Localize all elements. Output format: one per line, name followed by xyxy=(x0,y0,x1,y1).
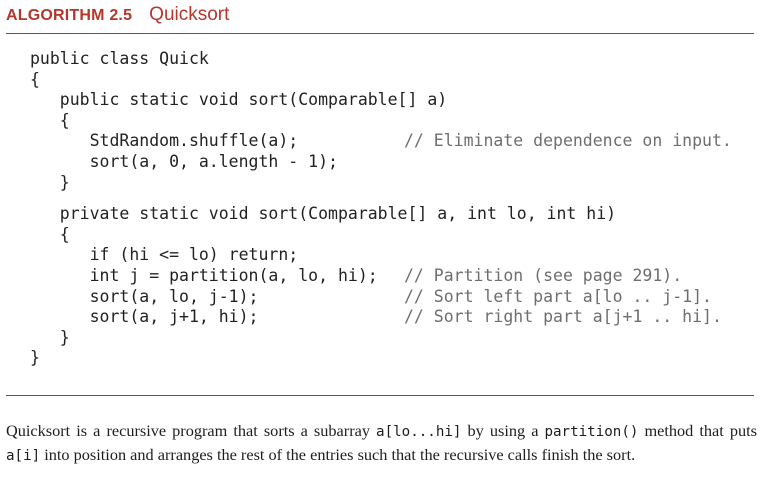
code-line: } xyxy=(30,348,616,369)
code-text: sort(a, 0, a.length - 1); xyxy=(30,151,338,171)
code-line: { xyxy=(30,111,616,132)
code-text: { xyxy=(30,110,70,130)
code-text: } xyxy=(30,172,70,192)
code-text: public static void sort(Comparable[] a) xyxy=(30,90,448,110)
caption-text: by using a xyxy=(461,421,545,441)
code-line: { xyxy=(30,70,616,91)
code-listing: public class Quick { public static void … xyxy=(30,49,732,369)
caption: Quicksort is a recursive program that so… xyxy=(6,420,757,468)
code-line: sort(a, 0, a.length - 1); xyxy=(30,152,616,173)
bottom-rule xyxy=(6,395,754,396)
caption-text: Quicksort is a recursive program that so… xyxy=(6,421,377,441)
code-text: { xyxy=(30,69,40,89)
code-line: sort(a, j+1, hi); // Sort right part a[j+… xyxy=(30,307,722,328)
code-line: } xyxy=(30,173,616,194)
code-text: private static void sort(Comparable[] a,… xyxy=(30,204,617,224)
algorithm-title: Quicksort xyxy=(149,4,230,25)
code-line: public static void sort(Comparable[] a) xyxy=(30,90,616,111)
code-text: } xyxy=(30,327,70,347)
algorithm-header: ALGORITHM 2.5 Quicksort xyxy=(6,4,229,30)
code-text: sort(a, lo, j-1); xyxy=(30,286,259,306)
algorithm-label: ALGORITHM 2.5 xyxy=(6,7,133,24)
code-comment: // Sort right part a[j+1 .. hi]. xyxy=(404,307,722,327)
code-text: if (hi <= lo) return; xyxy=(30,245,299,265)
code-line: sort(a, lo, j-1); // Sort left part a[lo … xyxy=(30,286,712,308)
code-line: public class Quick xyxy=(30,49,616,70)
code-line: if (hi <= lo) return; xyxy=(30,245,616,266)
code-text: int j = partition(a, lo, hi); xyxy=(30,265,378,285)
code-text: { xyxy=(30,224,70,244)
code-line: int j = partition(a, lo, hi); // Partitio… xyxy=(30,265,683,287)
top-rule xyxy=(6,33,754,34)
code-line: StdRandom.shuffle(a); // Eliminate depend… xyxy=(30,131,732,152)
code-line: private static void sort(Comparable[] a,… xyxy=(30,204,616,225)
code-comment: // Sort left part a[lo .. j-1]. xyxy=(404,286,712,306)
code-text: StdRandom.shuffle(a); xyxy=(30,131,299,151)
code-comment: // Partition (see page 291). xyxy=(404,265,683,285)
code-text: } xyxy=(30,348,40,368)
caption-code: partition() xyxy=(544,424,639,441)
caption-text: method that puts xyxy=(638,421,757,441)
caption-text: into position and arranges the rest of t… xyxy=(40,445,636,465)
code-comment: // Eliminate dependence on input. xyxy=(404,131,732,151)
code-line: { xyxy=(30,225,616,246)
code-text: sort(a, j+1, hi); xyxy=(30,307,259,327)
caption-code: a[lo...hi] xyxy=(376,424,462,441)
caption-code: a[i] xyxy=(6,448,41,465)
code-text: public class Quick xyxy=(30,49,209,68)
code-line: } xyxy=(30,328,616,349)
